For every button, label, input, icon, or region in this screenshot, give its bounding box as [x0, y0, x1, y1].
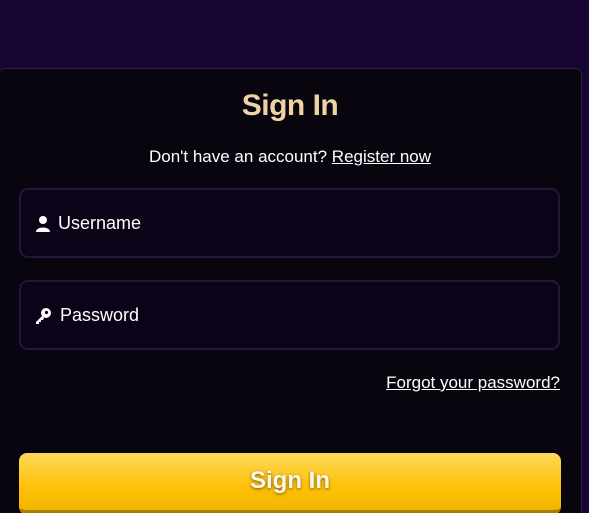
key-icon: [36, 308, 51, 324]
page-background: Sign In Don't have an account? Register …: [0, 0, 589, 513]
page-title: Sign In: [241, 89, 339, 122]
register-prompt-line: Don't have an account? Register now: [0, 147, 581, 167]
register-prompt-text: Don't have an account?: [148, 147, 328, 166]
username-placeholder: Username: [58, 213, 142, 233]
sign-in-button[interactable]: Sign In: [19, 453, 561, 513]
forgot-password-link[interactable]: Forgot your password?: [386, 373, 560, 393]
user-icon: [36, 216, 50, 232]
sign-in-card: Sign In Don't have an account? Register …: [0, 68, 582, 513]
password-field[interactable]: Password: [19, 280, 560, 350]
password-placeholder: Password: [60, 305, 140, 325]
username-field[interactable]: Username: [19, 188, 560, 258]
register-link[interactable]: Register now: [332, 147, 431, 166]
